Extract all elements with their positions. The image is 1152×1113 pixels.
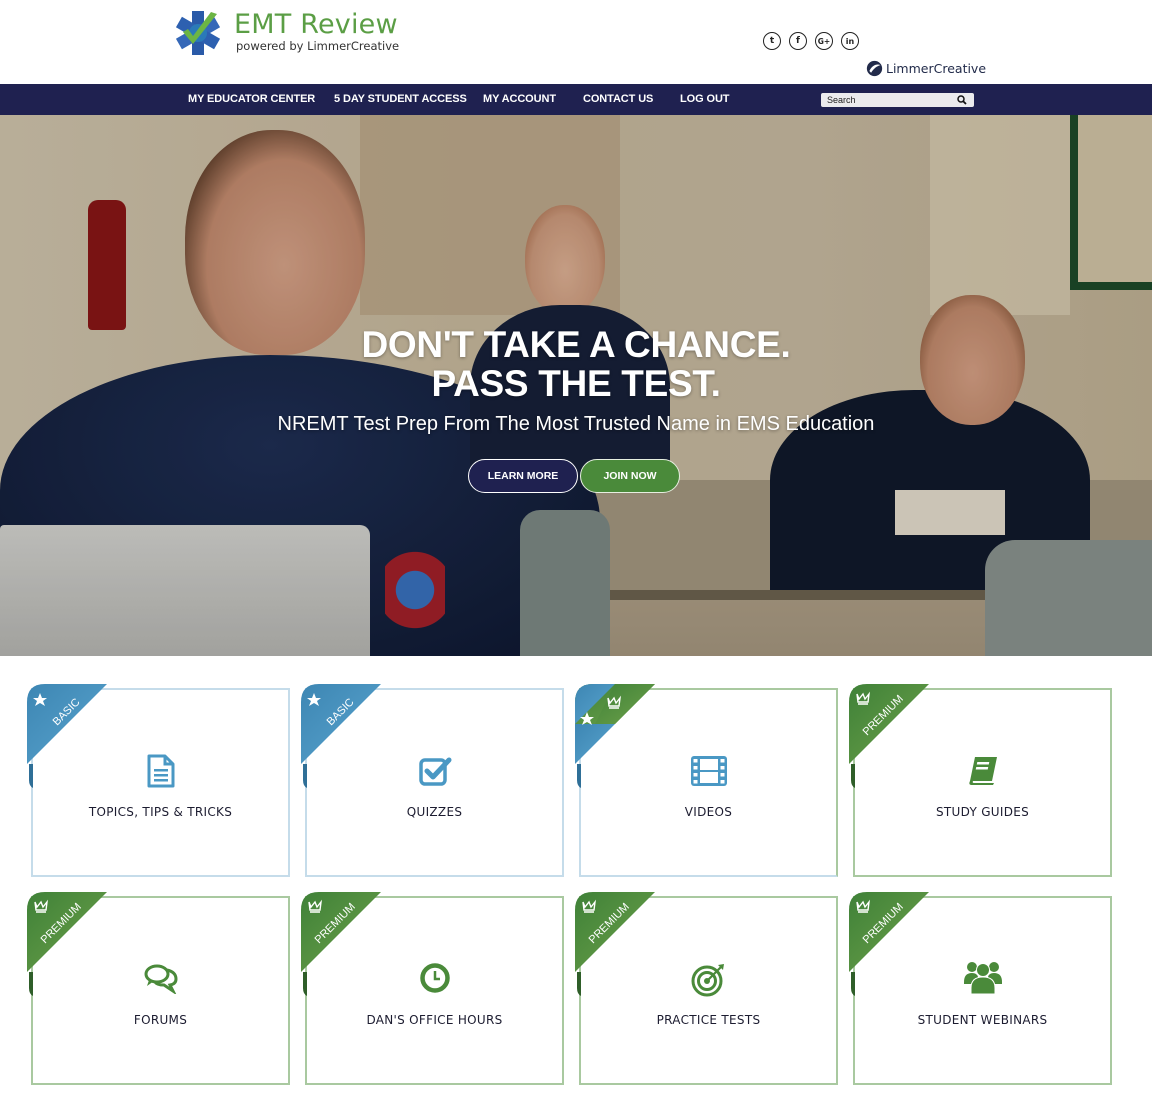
card-label: TOPICS, TIPS & TRICKS	[88, 805, 233, 819]
twitter-icon[interactable]: t	[763, 32, 781, 50]
hero-banner: DON'T TAKE A CHANCE. PASS THE TEST. NREM…	[0, 115, 1152, 656]
card-label: FORUMS	[133, 1013, 188, 1027]
logo-subtitle: powered by LimmerCreative	[236, 39, 400, 53]
nav-contact-us[interactable]: CONTACT US	[583, 84, 653, 115]
card-quizzes[interactable]: BASIC QUIZZES	[301, 684, 564, 877]
card-label: QUIZZES	[406, 805, 463, 819]
linkedin-icon[interactable]: in	[841, 32, 859, 50]
card-student-webinars[interactable]: PREMIUM STUDENT WEBINARS	[849, 892, 1112, 1085]
ribbon-label: BASIC	[325, 696, 357, 728]
star-icon	[580, 712, 594, 725]
target-icon	[691, 964, 724, 997]
book-icon	[968, 757, 997, 785]
card-label: DAN'S OFFICE HOURS	[366, 1013, 503, 1027]
card-label: STUDENT WEBINARS	[917, 1013, 1048, 1027]
facebook-icon[interactable]: f	[789, 32, 807, 50]
learn-more-button[interactable]: LEARN MORE	[468, 459, 578, 493]
join-now-button[interactable]: JOIN NOW	[580, 459, 680, 493]
site-logo[interactable]: EMT Review powered by LimmerCreative	[173, 6, 413, 56]
card-topics-tips-tricks[interactable]: BASIC TOPICS, TIPS & TRICKS	[27, 684, 290, 877]
social-links: t f G+ in	[763, 32, 859, 50]
hero-headline-line-1: DON'T TAKE A CHANCE.	[361, 324, 791, 365]
crown-icon	[308, 899, 323, 913]
site-header: EMT Review powered by LimmerCreative t f…	[0, 0, 1152, 84]
card-videos[interactable]: VIDEOS	[575, 684, 838, 877]
star-of-life-check-icon	[175, 11, 221, 55]
chat-bubbles-icon	[144, 964, 178, 994]
crown-icon	[34, 899, 49, 913]
ribbon-label: PREMIUM	[39, 901, 84, 946]
card-practice-tests[interactable]: PREMIUM PRACTICE TESTS	[575, 892, 838, 1085]
ribbon-label: PREMIUM	[313, 901, 358, 946]
crown-icon	[856, 691, 871, 705]
card-dans-office-hours[interactable]: PREMIUM DAN'S OFFICE HOURS	[301, 892, 564, 1085]
card-label: STUDY GUIDES	[935, 805, 1030, 819]
nav-my-educator-center[interactable]: MY EDUCATOR CENTER	[188, 84, 315, 115]
logo-title: EMT Review	[234, 9, 398, 40]
search-icon	[957, 95, 967, 105]
search-button[interactable]	[951, 93, 973, 107]
main-nav: MY EDUCATOR CENTER 5 DAY STUDENT ACCESS …	[0, 84, 1152, 115]
crown-icon	[607, 695, 622, 709]
search-box	[821, 93, 974, 107]
document-icon	[147, 754, 174, 788]
star-icon	[33, 693, 47, 706]
nav-log-out[interactable]: LOG OUT	[680, 84, 730, 115]
hero-headline: DON'T TAKE A CHANCE. PASS THE TEST.	[0, 325, 1152, 403]
limmercreative-logo-icon	[866, 60, 883, 77]
ribbon-label: PREMIUM	[861, 693, 906, 738]
hero-headline-line-2: PASS THE TEST.	[431, 363, 721, 404]
ribbon-label: PREMIUM	[861, 901, 906, 946]
limmercreative-brand-link[interactable]: LimmerCreative	[866, 60, 986, 77]
film-icon	[690, 756, 727, 786]
nav-5-day-student-access[interactable]: 5 DAY STUDENT ACCESS	[334, 84, 467, 115]
card-label: VIDEOS	[684, 805, 733, 819]
clock-icon	[419, 963, 450, 993]
ribbon-label: BASIC	[51, 696, 83, 728]
google-plus-icon[interactable]: G+	[815, 32, 833, 50]
card-study-guides[interactable]: PREMIUM STUDY GUIDES	[849, 684, 1112, 877]
ribbon-label: PREMIUM	[587, 901, 632, 946]
star-icon	[307, 693, 321, 706]
crown-icon	[582, 899, 597, 913]
crown-icon	[856, 899, 871, 913]
search-input[interactable]	[821, 93, 951, 107]
users-group-icon	[963, 962, 1002, 995]
card-forums[interactable]: PREMIUM FORUMS	[27, 892, 290, 1085]
nav-my-account[interactable]: MY ACCOUNT	[483, 84, 556, 115]
hero-subheadline: NREMT Test Prep From The Most Trusted Na…	[277, 413, 875, 435]
checkbox-icon	[418, 757, 451, 786]
limmercreative-brand-text: LimmerCreative	[886, 61, 987, 76]
card-label: PRACTICE TESTS	[656, 1013, 761, 1027]
